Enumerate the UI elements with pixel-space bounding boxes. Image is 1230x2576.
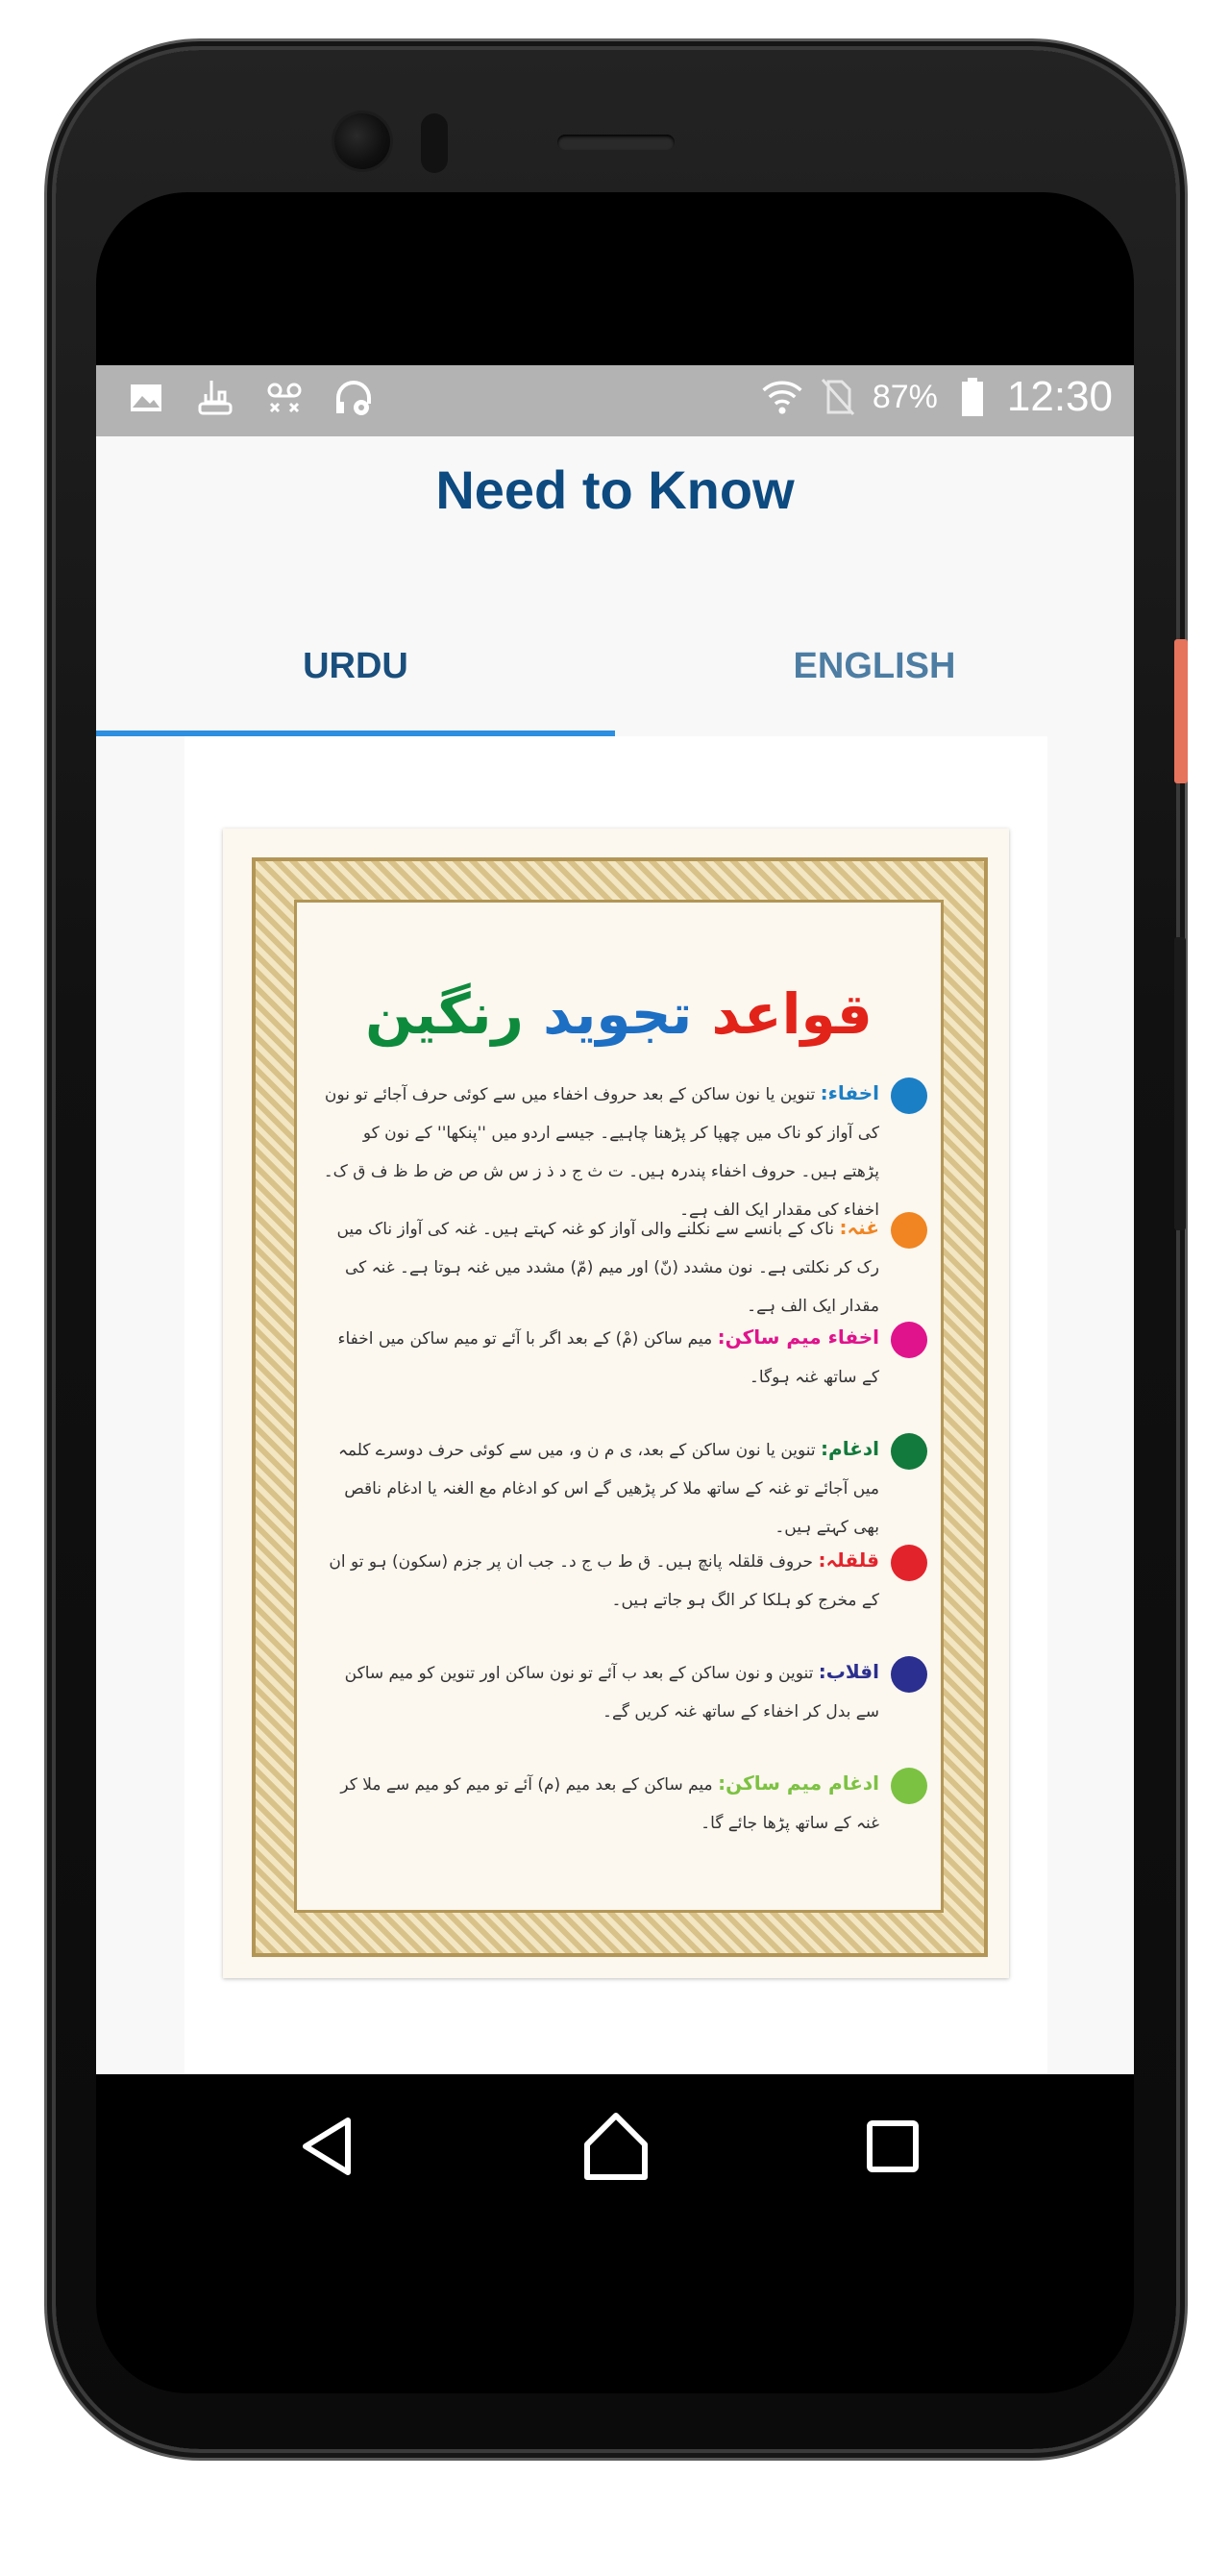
page-title: Need to Know — [435, 458, 795, 520]
rule-term: اخفاء میم ساکن: — [717, 1325, 879, 1349]
rule-term: ادغام: — [821, 1437, 879, 1460]
rule-color-dot — [891, 1433, 927, 1470]
volume-button — [1174, 639, 1188, 783]
power-button — [1174, 937, 1186, 1230]
app-header: Need to Know — [96, 436, 1134, 542]
rule-term: اقلاب: — [818, 1660, 879, 1683]
wifi-icon — [761, 376, 803, 418]
tab-english[interactable]: ENGLISH — [615, 594, 1134, 738]
no-sim-icon — [817, 376, 859, 418]
battery-percent: 87% — [872, 378, 938, 415]
poster-title-word-3: رنگین — [365, 981, 524, 1047]
headset-settings-icon — [332, 377, 375, 419]
earpiece-speaker — [557, 135, 675, 150]
rule-color-dot — [891, 1656, 927, 1693]
rule-term: غنہ: — [839, 1216, 879, 1239]
poster-title: قواعد تجوید رنگین — [297, 981, 941, 1047]
rule-color-dot — [891, 1768, 927, 1804]
rule-color-dot — [891, 1077, 927, 1114]
rule-description: تنوین یا نون ساکن کے بعد حروف اخفاء میں … — [323, 1085, 879, 1220]
back-icon[interactable] — [284, 2103, 371, 2190]
voicemail-icon — [263, 377, 306, 419]
tab-bar: URDU ENGLISH — [96, 594, 1134, 738]
poster-title-word-2: تجوید — [543, 981, 693, 1047]
clock: 12:30 — [1006, 373, 1113, 420]
rule-description: تنوین و نون ساکن کے بعد ب آئے تو نون ساک… — [344, 1664, 879, 1721]
poster-content: قواعد تجوید رنگین اخفاء: تنوین یا نون سا… — [294, 900, 944, 1913]
rule-term: ادغام میم ساکن: — [718, 1771, 879, 1795]
front-camera — [334, 113, 390, 169]
rule-description: حروف قلقلہ پانچ ہیں۔ ق ط ب ج د۔ جب ان پر… — [329, 1552, 879, 1610]
proximity-sensor — [421, 113, 448, 173]
rule-term: اخفاء: — [820, 1081, 879, 1104]
rule-color-dot — [891, 1212, 927, 1249]
rule-description: تنوین یا نون ساکن کے بعد، ی م ن و، میں س… — [337, 1441, 879, 1537]
battery-icon — [951, 376, 994, 418]
image-icon — [125, 377, 167, 419]
rule-color-dot — [891, 1545, 927, 1581]
status-bar: 87% 12:30 — [96, 365, 1134, 436]
rule-color-dot — [891, 1322, 927, 1358]
poster-title-word-1: قواعد — [711, 981, 873, 1047]
rule-description: ناک کے بانسے سے نکلنے والی آواز کو غنہ ک… — [336, 1220, 879, 1316]
tajweed-rules-poster: قواعد تجوید رنگین اخفاء: تنوین یا نون سا… — [223, 829, 1009, 1978]
rule-term: قلقلہ: — [818, 1548, 879, 1572]
home-icon[interactable] — [573, 2103, 659, 2190]
tab-urdu[interactable]: URDU — [96, 594, 615, 738]
screen: 87% 12:30 Need to Know URDU ENGLISH قواع… — [96, 365, 1134, 2074]
content-image-card: قواعد تجوید رنگین اخفاء: تنوین یا نون سا… — [184, 736, 1047, 2074]
navigation-bar — [96, 2074, 1134, 2218]
usb-debug-icon — [194, 377, 236, 419]
recents-icon[interactable] — [849, 2103, 936, 2190]
